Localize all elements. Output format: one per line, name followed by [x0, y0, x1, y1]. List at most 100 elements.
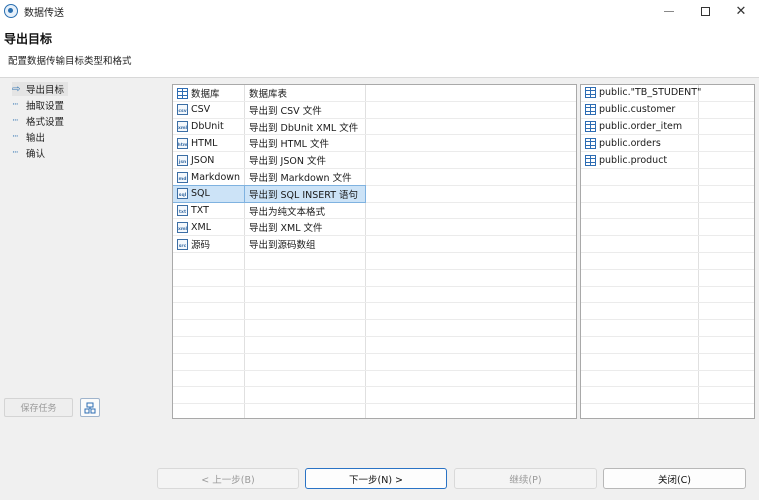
prev-step-button[interactable]: < 上一步(B)	[157, 468, 299, 489]
format-name: XML	[191, 221, 211, 233]
format-description: 导出为纯文本格式	[249, 206, 326, 218]
empty-row	[581, 270, 754, 287]
nav-step-extract-settings[interactable]: ··· 抽取设置	[12, 98, 64, 112]
table-list-item[interactable]: public.order_item	[581, 119, 754, 136]
format-name: DbUnit	[191, 121, 224, 133]
empty-row	[173, 287, 576, 304]
format-name-cell: xml DbUnit	[173, 119, 244, 135]
format-name-cell: htm HTML	[173, 135, 244, 151]
format-name-cell: 数据库	[173, 85, 244, 101]
format-name-cell: xml XML	[173, 219, 244, 235]
format-name: JSON	[191, 154, 215, 166]
page-subtitle: 配置数据传输目标类型和格式	[8, 56, 132, 67]
format-row[interactable]: xml XML 导出到 XML 文件	[173, 219, 576, 237]
table-name: public.order_item	[599, 120, 683, 132]
nav-step-confirm[interactable]: ··· 确认	[12, 146, 45, 160]
table-icon	[585, 137, 596, 149]
maximize-button[interactable]	[687, 0, 723, 22]
app-icon	[4, 4, 18, 18]
title-bar: 数据传送 ✕	[0, 0, 759, 22]
nav-step-export-target[interactable]: ⇨ 导出目标	[12, 82, 69, 96]
format-description: 导出到 Markdown 文件	[249, 173, 352, 184]
nav-step-label: 输出	[26, 133, 46, 144]
tree-dots-icon: ···	[12, 100, 19, 110]
table-list-item[interactable]: public."TB_STUDENT"	[581, 85, 754, 102]
table-list-item[interactable]: public.orders	[581, 135, 754, 153]
csv-file-icon: csv	[177, 104, 188, 116]
table-list-item[interactable]: public.product	[581, 152, 754, 169]
empty-row	[581, 287, 754, 304]
xml-file-icon: xml	[177, 221, 188, 233]
format-name: 源码	[191, 240, 211, 252]
table-icon	[585, 154, 596, 166]
markdown-file-icon: md	[177, 171, 188, 183]
format-row[interactable]: sql SQL 导出到 SQL INSERT 语句	[173, 184, 576, 203]
format-description: 导出到 HTML 文件	[249, 139, 329, 151]
next-step-button[interactable]: 下一步(N) >	[305, 468, 447, 489]
table-name: public.product	[599, 154, 668, 166]
tree-dots-icon: ···	[12, 116, 19, 126]
format-name-cell: txt TXT	[173, 203, 244, 219]
file-type-badge: jsn	[178, 159, 187, 165]
format-name: 数据库	[191, 89, 220, 100]
format-row[interactable]: csv CSV 导出到 CSV 文件	[173, 102, 576, 119]
format-row[interactable]: txt TXT 导出为纯文本格式	[173, 203, 576, 220]
empty-row	[173, 371, 576, 388]
table-icon	[177, 87, 188, 99]
file-type-badge: xml	[177, 126, 188, 132]
format-name: HTML	[191, 137, 218, 149]
minimize-icon	[664, 10, 674, 12]
empty-row	[581, 169, 754, 186]
source-file-icon: src	[177, 238, 188, 250]
save-task-button[interactable]: 保存任务	[4, 398, 73, 417]
format-name-cell: csv CSV	[173, 102, 244, 118]
empty-row	[581, 387, 754, 405]
format-row[interactable]: htm HTML 导出到 HTML 文件	[173, 135, 576, 153]
format-name-cell: jsn JSON	[173, 152, 244, 168]
format-row[interactable]: 数据库 数据库表	[173, 85, 576, 102]
empty-row	[581, 404, 754, 418]
empty-row	[173, 387, 576, 405]
empty-row	[173, 303, 576, 321]
format-description: 导出到 SQL INSERT 语句	[244, 184, 366, 203]
table-name: public.customer	[599, 104, 676, 116]
file-type-badge: md	[178, 176, 187, 182]
config-icon	[84, 402, 96, 413]
xml-file-icon: xml	[177, 121, 188, 133]
nav-step-label: 导出目标	[26, 85, 65, 96]
maximize-icon	[700, 6, 710, 16]
nav-step-output[interactable]: ··· 输出	[12, 130, 45, 144]
format-name-cell: src 源码	[173, 236, 244, 252]
close-button[interactable]: 关闭(C)	[603, 468, 746, 489]
close-window-button[interactable]: ✕	[723, 0, 759, 22]
empty-row	[173, 404, 576, 418]
format-row[interactable]: jsn JSON 导出到 JSON 文件	[173, 152, 576, 169]
tree-dots-icon: ···	[12, 148, 19, 158]
table-icon	[585, 120, 596, 132]
format-name-cell: sql SQL	[173, 184, 245, 203]
source-tables-list: public."TB_STUDENT" public.customer public…	[580, 84, 755, 419]
empty-row	[581, 320, 754, 337]
empty-row	[173, 270, 576, 287]
wizard-steps-nav: ⇨ 导出目标 ··· 抽取设置 ··· 格式设置 ··· 输出 ··· 确认	[0, 80, 168, 422]
empty-row	[173, 354, 576, 371]
table-name: public."TB_STUDENT"	[599, 87, 702, 99]
format-name: SQL	[191, 188, 210, 200]
empty-row	[581, 236, 754, 253]
format-row[interactable]: src 源码 导出到源码数组	[173, 236, 576, 253]
minimize-button[interactable]	[651, 0, 687, 22]
txt-file-icon: txt	[177, 205, 188, 217]
format-description: 导出到 XML 文件	[249, 223, 323, 235]
empty-row	[581, 219, 754, 237]
format-row[interactable]: xml DbUnit 导出到 DbUnit XML 文件	[173, 119, 576, 136]
format-description: 数据库表	[249, 89, 288, 100]
continue-button[interactable]: 继续(P)	[454, 468, 597, 489]
format-description: 导出到源码数组	[249, 240, 316, 252]
html-file-icon: htm	[177, 137, 188, 149]
task-config-button[interactable]	[80, 398, 100, 417]
nav-step-format-settings[interactable]: ··· 格式设置	[12, 114, 64, 128]
format-description: 导出到 DbUnit XML 文件	[249, 122, 359, 134]
table-list-item[interactable]: public.customer	[581, 102, 754, 119]
format-name: CSV	[191, 104, 211, 116]
format-row[interactable]: md Markdown 导出到 Markdown 文件	[173, 169, 576, 186]
